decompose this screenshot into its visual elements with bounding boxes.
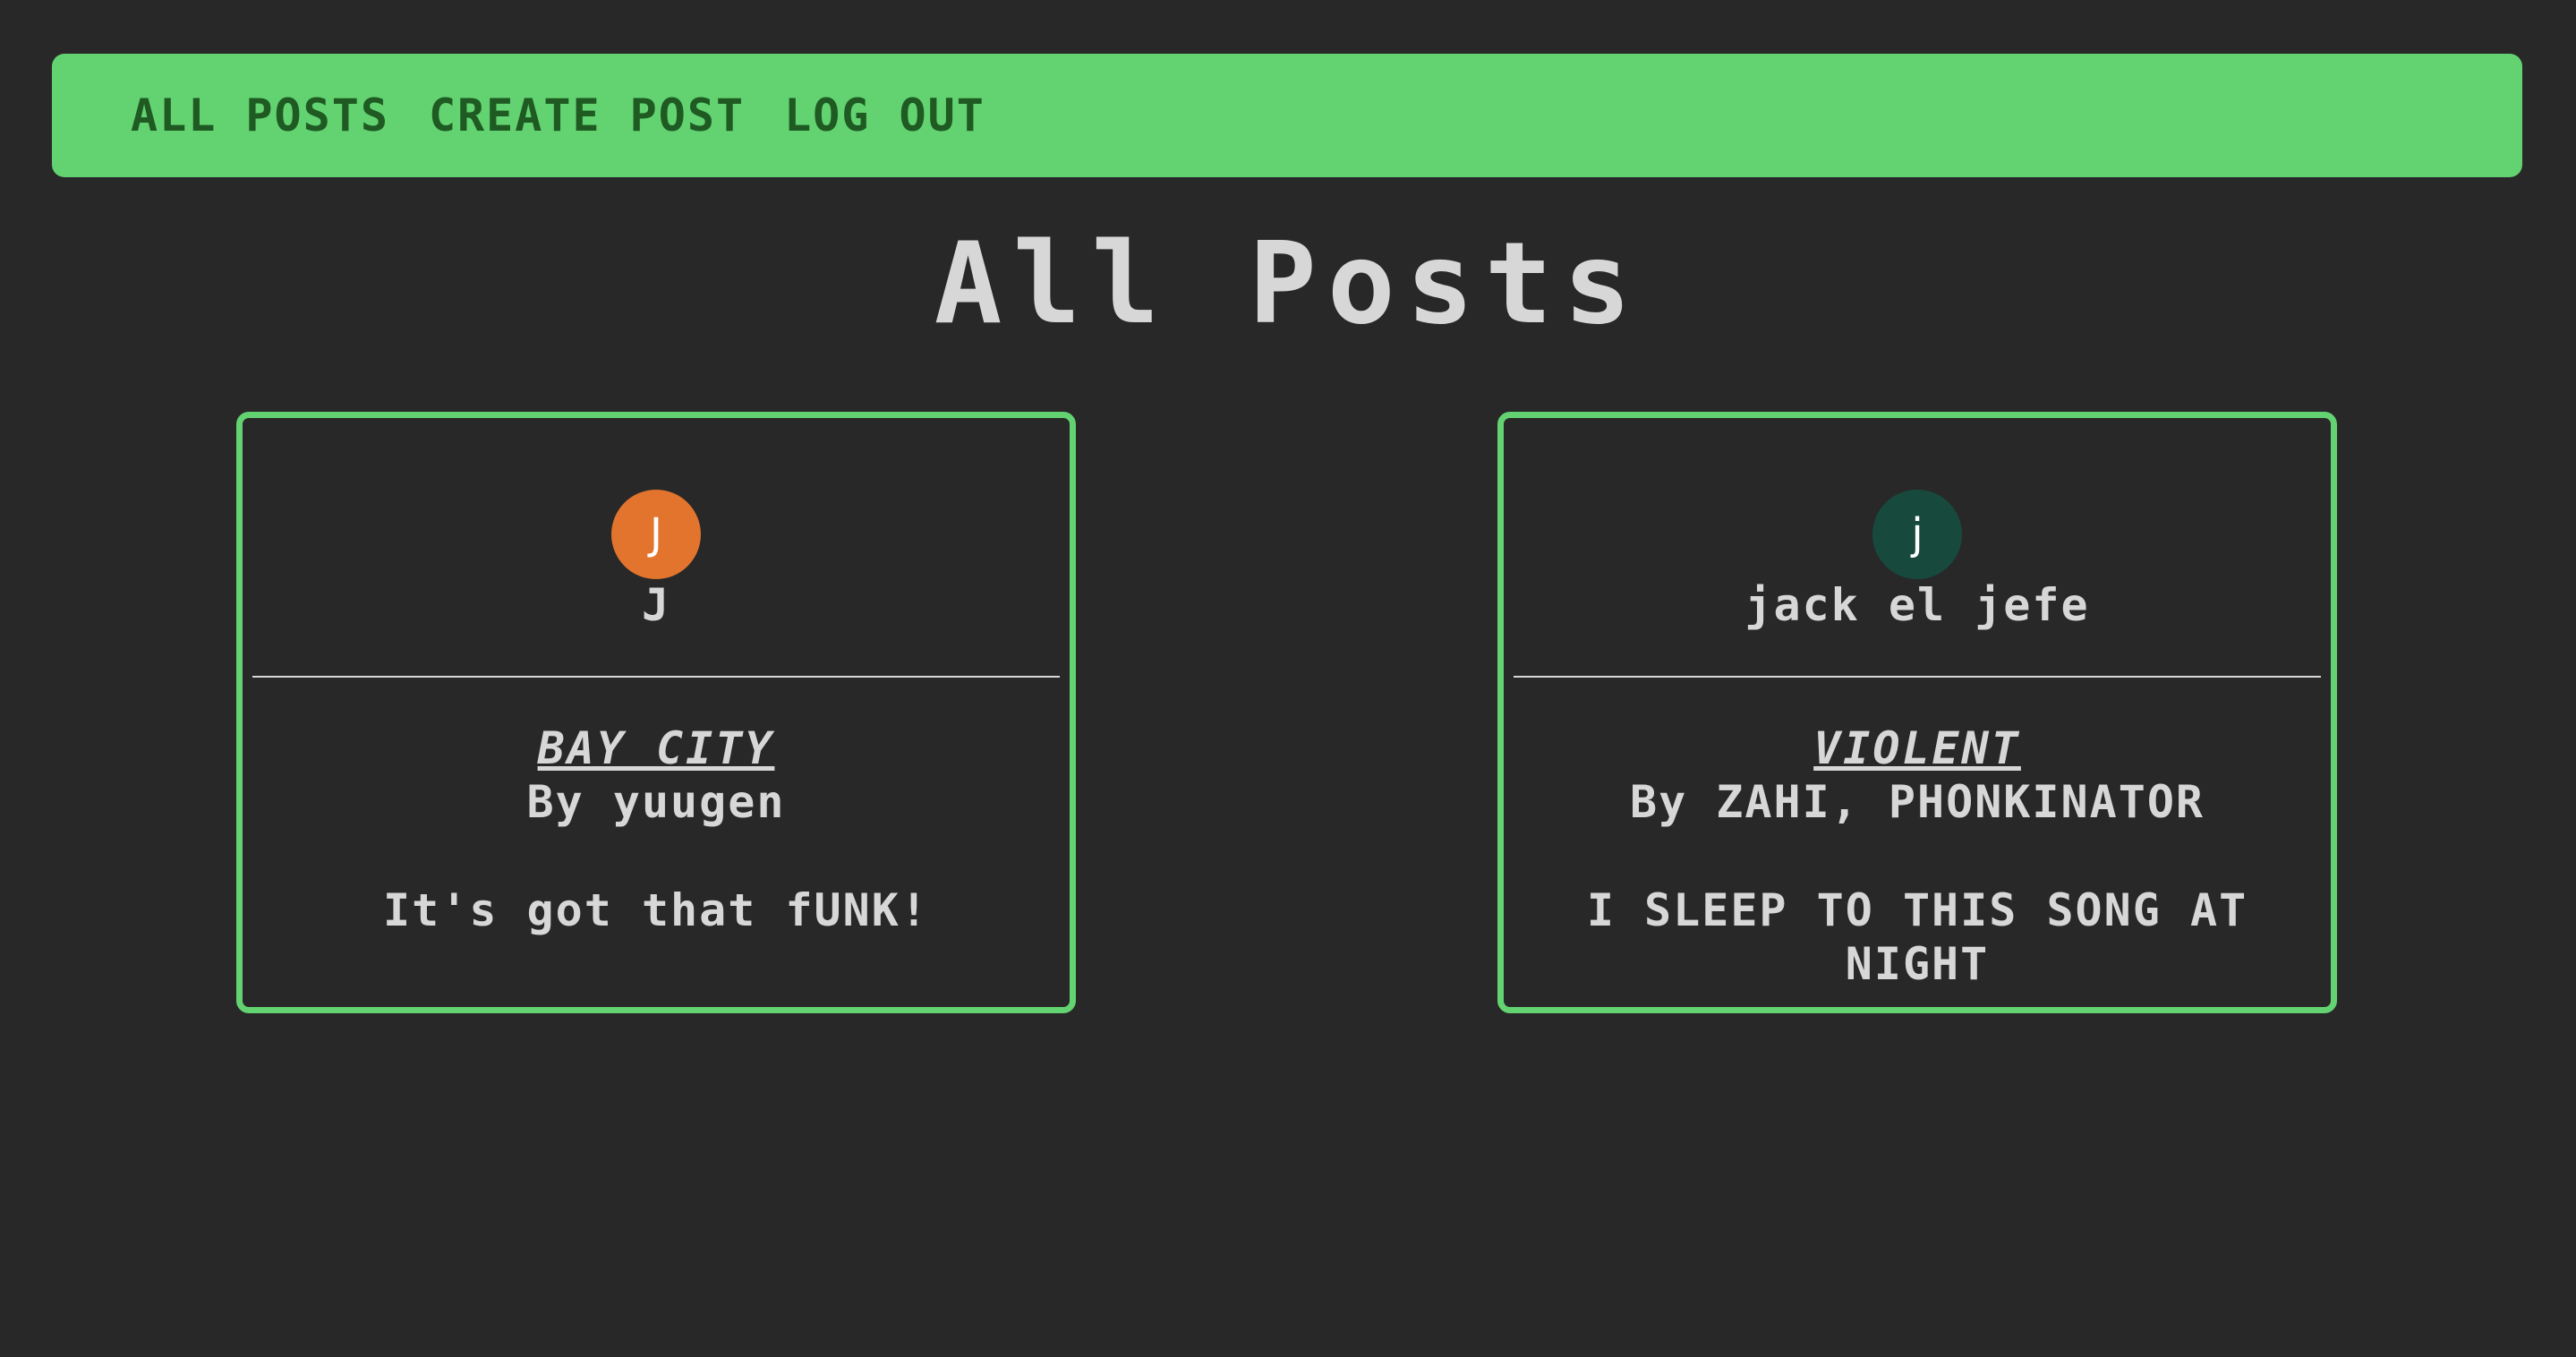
post-artist: By yuugen xyxy=(526,776,786,828)
post-divider xyxy=(252,676,1060,678)
post-author-name: J xyxy=(641,579,671,631)
post-song-title-link[interactable]: VIOLENT xyxy=(1504,722,2331,774)
nav-create-post-link[interactable]: CREATE POST xyxy=(429,90,745,141)
post-card: J J BAY CITY By yuugen It's got that fUN… xyxy=(236,412,1076,1013)
post-author-name: jack el jefe xyxy=(1744,579,2090,631)
post-card: j jack el jefe VIOLENT By ZAHI, PHONKINA… xyxy=(1497,412,2337,1013)
avatar: j xyxy=(1872,490,1962,579)
post-caption: I SLEEP TO THIS SONG AT NIGHT xyxy=(1586,884,2248,990)
post-artist: By ZAHI, PHONKINATOR xyxy=(1629,776,2205,828)
post-divider xyxy=(1514,676,2321,678)
nav-all-posts-link[interactable]: ALL POSTS xyxy=(131,90,389,141)
nav-log-out-link[interactable]: LOG OUT xyxy=(784,90,985,141)
post-caption: It's got that fUNK! xyxy=(383,884,929,936)
avatar: J xyxy=(611,490,701,579)
post-song-title-link[interactable]: BAY CITY xyxy=(243,722,1070,774)
page-title: All Posts xyxy=(934,218,1642,349)
top-navbar: ALL POSTS CREATE POST LOG OUT xyxy=(52,54,2522,177)
